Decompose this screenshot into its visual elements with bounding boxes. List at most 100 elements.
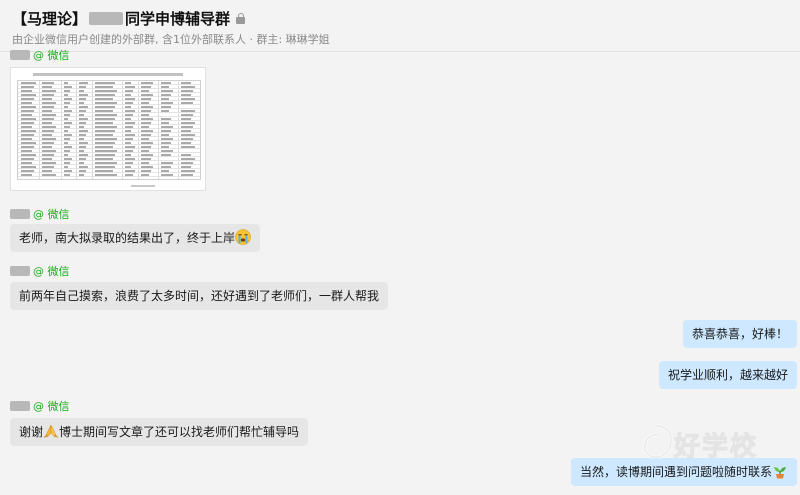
document-cell — [161, 150, 173, 152]
document-cell — [161, 134, 169, 136]
document-cell — [141, 98, 151, 100]
document-cell — [42, 146, 52, 148]
document-cell — [141, 134, 151, 136]
document-cell — [95, 82, 115, 84]
document-cell — [125, 118, 131, 120]
document-cell — [95, 146, 113, 148]
message-sender: @ 微信 — [10, 399, 70, 413]
redacted-sender-name — [10, 266, 30, 276]
document-cell — [64, 98, 72, 100]
wechat-tag: @ 微信 — [33, 265, 70, 278]
wechat-tag: @ 微信 — [33, 208, 70, 221]
document-cell — [95, 130, 115, 132]
document-cell — [64, 166, 68, 168]
document-cell — [79, 126, 84, 128]
document-cell — [21, 98, 34, 100]
document-cell — [181, 114, 193, 116]
document-cell — [95, 174, 117, 176]
my-message-bubble[interactable]: 恭喜恭喜，好棒！ — [682, 320, 797, 348]
document-cell — [42, 154, 54, 156]
document-cell — [125, 166, 131, 168]
document-cell — [79, 110, 86, 112]
document-cell — [161, 122, 169, 124]
document-cell — [79, 138, 84, 140]
document-cell — [79, 150, 84, 152]
document-cell — [64, 158, 72, 160]
document-cell — [21, 166, 36, 168]
message-bubble[interactable]: 前两年自己摸索，浪费了太多时间，还好遇到了老师们，一群人帮我 — [10, 282, 389, 310]
document-cell — [161, 126, 173, 128]
document-cell — [161, 138, 173, 140]
document-cell — [141, 82, 153, 84]
document-cell — [181, 102, 193, 104]
document-cell — [42, 174, 56, 176]
document-cell — [79, 174, 84, 176]
document-cell — [79, 82, 88, 84]
document-cell — [21, 102, 32, 104]
document-cell — [125, 146, 135, 148]
document-cell — [42, 138, 56, 140]
document-cell — [141, 118, 153, 120]
document-cell — [21, 158, 34, 160]
message-bubble[interactable]: 老师，南大拟录取的结果出了，终于上岸 — [10, 224, 261, 252]
document-cell — [161, 154, 171, 156]
document-cell — [181, 118, 191, 120]
message-text: 当然，读博期间遇到问题啦随时联系 — [579, 465, 772, 479]
document-cell — [42, 162, 56, 164]
document-cell — [161, 130, 171, 132]
document-cell — [125, 82, 131, 84]
document-cell — [95, 106, 115, 108]
document-cell — [64, 142, 68, 144]
document-cell — [161, 110, 169, 112]
document-cell — [181, 174, 193, 176]
document-cell — [42, 106, 54, 108]
document-cell — [125, 162, 133, 164]
document-cell — [95, 154, 115, 156]
document-cell — [181, 158, 195, 160]
document-cell — [79, 122, 86, 124]
redacted-sender-name — [10, 401, 30, 411]
document-cell — [181, 86, 195, 88]
image-message[interactable] — [10, 67, 206, 191]
document-cell — [141, 114, 149, 116]
redacted-name — [89, 11, 124, 25]
document-cell — [42, 102, 56, 104]
document-cell — [64, 154, 68, 156]
message-bubble[interactable]: 谢谢 博士期间写文章了还可以找老师们帮忙辅导吗 — [10, 418, 309, 446]
watermark-logo-icon — [642, 424, 674, 460]
document-cell — [125, 94, 131, 96]
document-cell — [95, 166, 115, 168]
document-cell — [125, 130, 131, 132]
document-cell — [42, 142, 54, 144]
document-cell — [79, 170, 86, 172]
document-cell — [79, 94, 88, 96]
document-cell — [181, 94, 191, 96]
document-cell — [181, 122, 195, 124]
document-cell — [125, 122, 135, 124]
my-message-bubble[interactable]: 祝学业顺利，越来越好 — [658, 361, 797, 389]
document-cell — [161, 170, 169, 172]
document-cell — [42, 150, 56, 152]
message-text: 祝学业顺利，越来越好 — [667, 368, 788, 382]
document-cell — [181, 110, 195, 112]
group-title[interactable]: 【马理论】 同学申博辅导群 — [12, 7, 246, 29]
document-cell — [95, 102, 117, 104]
document-cell — [42, 90, 56, 92]
document-cell — [141, 138, 149, 140]
document-cell — [79, 146, 86, 148]
document-cell — [79, 154, 88, 156]
document-cell — [95, 98, 113, 100]
document-cell — [141, 106, 153, 108]
document-cell — [95, 138, 117, 140]
document-cell — [64, 82, 68, 84]
document-cell — [125, 98, 135, 100]
document-cell — [95, 118, 115, 120]
document-cell — [79, 118, 88, 120]
document-cell — [125, 134, 135, 136]
document-cell — [141, 110, 151, 112]
document-cell — [64, 94, 68, 96]
document-cell — [95, 158, 113, 160]
document-cell — [161, 106, 171, 108]
document-cell — [64, 86, 72, 88]
chat-header: 【马理论】 同学申博辅导群 由企业微信用户创建的外部群, 含1位外部联系人 · … — [0, 0, 800, 52]
